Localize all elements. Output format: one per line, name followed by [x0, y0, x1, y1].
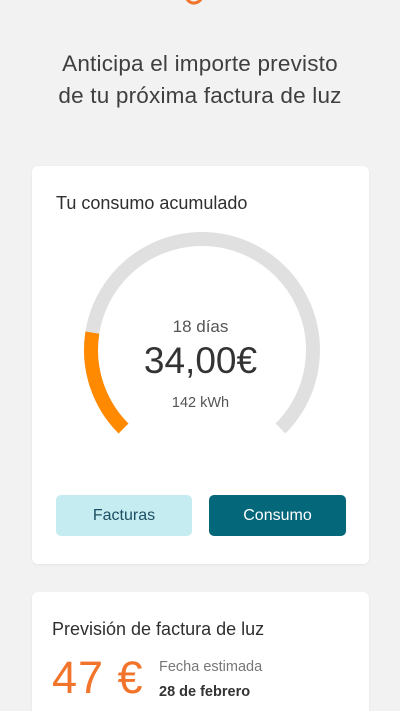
forecast-date-value: 28 de febrero	[159, 684, 251, 700]
forecast-card-title: Previsión de factura de luz	[52, 619, 265, 639]
page-headline: Anticipa el importe previsto de tu próxi…	[0, 48, 400, 112]
consumption-card: Tu consumo acumulado 18 días 34,00€ 142 …	[32, 166, 369, 564]
headline-line-2: de tu próxima factura de luz	[58, 83, 342, 108]
page: Anticipa el importe previsto de tu próxi…	[0, 0, 400, 711]
consumo-button[interactable]: Consumo	[209, 495, 346, 536]
gauge-amount: 34,00€	[143, 340, 258, 381]
forecast-amount: 47 €	[52, 652, 144, 703]
forecast-card: Previsión de factura de luz 47 € Fecha e…	[32, 592, 369, 711]
brand-logo-icon	[185, 0, 203, 5]
facturas-button[interactable]: Facturas	[56, 495, 192, 536]
gauge-kwh: 142 kWh	[171, 395, 230, 411]
gauge-days: 18 días	[172, 317, 229, 336]
consumption-card-title: Tu consumo acumulado	[56, 193, 248, 213]
forecast-date-label: Fecha estimada	[159, 659, 263, 675]
headline-line-1: Anticipa el importe previsto	[62, 51, 338, 76]
